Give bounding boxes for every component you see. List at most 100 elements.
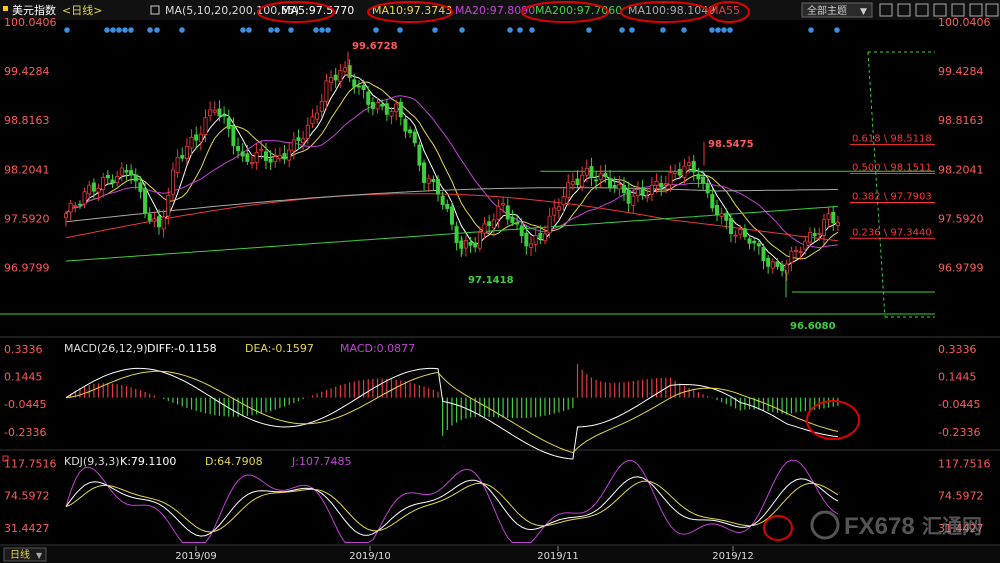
candle-down [505,205,510,220]
candle-down [761,246,766,262]
candle-up [291,139,296,152]
candle-down [222,114,227,117]
candle-up [426,177,431,184]
event-dot[interactable] [122,27,128,33]
candle-up [501,203,506,206]
candle-down [752,240,757,244]
candle-down [366,91,371,105]
event-dot[interactable] [681,27,687,33]
candle-up [212,109,217,113]
candle-down [91,182,96,192]
event-dot[interactable] [834,27,840,33]
candle-down [640,187,645,196]
event-dot[interactable] [110,27,116,33]
candle-down [422,162,427,183]
event-dot[interactable] [64,27,70,33]
event-dot[interactable] [268,27,274,33]
candle-down [766,257,771,267]
event-dot[interactable] [619,27,625,33]
candle-down [538,233,543,239]
event-dot[interactable] [246,27,252,33]
event-dot[interactable] [128,27,134,33]
candle-down [701,176,706,184]
event-dot[interactable] [715,27,721,33]
event-dot[interactable] [397,27,403,33]
event-dot[interactable] [104,27,110,33]
candle-down [622,185,627,193]
event-dot[interactable] [116,27,122,33]
candle-down [333,74,338,81]
date-tick-label: 2019/12 [712,551,754,562]
candle-up [338,70,343,82]
event-dot[interactable] [727,27,733,33]
event-dot[interactable] [808,27,814,33]
price-tick-left: 99.4284 [4,65,50,78]
macd-tick-right: -0.2336 [938,426,980,439]
event-dot[interactable] [319,27,325,33]
event-dot[interactable] [432,27,438,33]
candle-up [617,183,622,190]
candle-up [645,195,650,199]
candle-up [529,243,534,248]
event-dot[interactable] [709,27,715,33]
event-dot[interactable] [325,27,331,33]
candle-down [659,182,664,188]
candle-down [747,238,752,244]
price-axis: 100.0406 100.0406 99.4284 99.4284 98.8163 98.… [4,16,991,274]
event-dot[interactable] [147,27,153,33]
date-tick-label: 2019/10 [349,551,391,562]
candle-up [184,145,189,159]
candle-up [82,191,87,205]
candle-down [612,184,617,189]
candle-down [110,179,115,184]
event-dot[interactable] [459,27,465,33]
macd-tick-left: 0.1445 [4,370,43,383]
kdj-d-value: D:64.7908 [205,455,263,468]
event-dot[interactable] [507,27,513,33]
price-tick-left: 100.0406 [4,16,57,29]
dropdown-arrow-icon: ▼ [36,551,43,560]
event-dot[interactable] [154,27,160,33]
candle-up [826,213,831,220]
candle-up [542,233,547,242]
candle-down [519,225,524,237]
candle-up [808,231,813,243]
dropdown-arrow-icon: ▼ [860,7,867,17]
event-dot[interactable] [288,27,294,33]
event-dot[interactable] [179,27,185,33]
period-tag[interactable]: <日线> [62,3,102,17]
candle-down [449,206,454,225]
kdj-tick-left: 117.7516 [4,457,57,470]
candle-down [710,194,715,209]
event-dot[interactable] [529,27,535,33]
event-dot[interactable] [721,27,727,33]
candle-up [463,240,468,249]
candle-down [487,221,492,227]
ma-legend-item: MA5:97.5770 [281,4,354,17]
kdj-k-value: K:79.1100 [120,455,176,468]
event-dot[interactable] [660,27,666,33]
candle-up [598,173,603,180]
event-dot[interactable] [629,27,635,33]
price-tick-left: 97.5920 [4,212,50,225]
candle-down [742,228,747,237]
candle-up [310,116,315,125]
event-dot[interactable] [373,27,379,33]
candle-down [370,101,375,109]
fib-level-label: 0.236 \ 97.3440 [852,227,932,238]
candle-down [831,211,836,224]
projection-line [867,51,886,318]
candle-up [570,180,575,185]
period-button-label: 日线 [10,548,30,561]
candle-up [803,240,808,250]
watermark-logo-icon [810,510,840,540]
event-dot[interactable] [240,27,246,33]
event-dot[interactable] [274,27,280,33]
candle-up [682,165,687,178]
low-label: 96.6080 [790,321,836,332]
event-dot[interactable] [517,27,523,33]
candle-up [496,205,501,220]
candle-down [282,153,287,160]
event-dot[interactable] [313,27,319,33]
event-dot[interactable] [586,27,592,33]
